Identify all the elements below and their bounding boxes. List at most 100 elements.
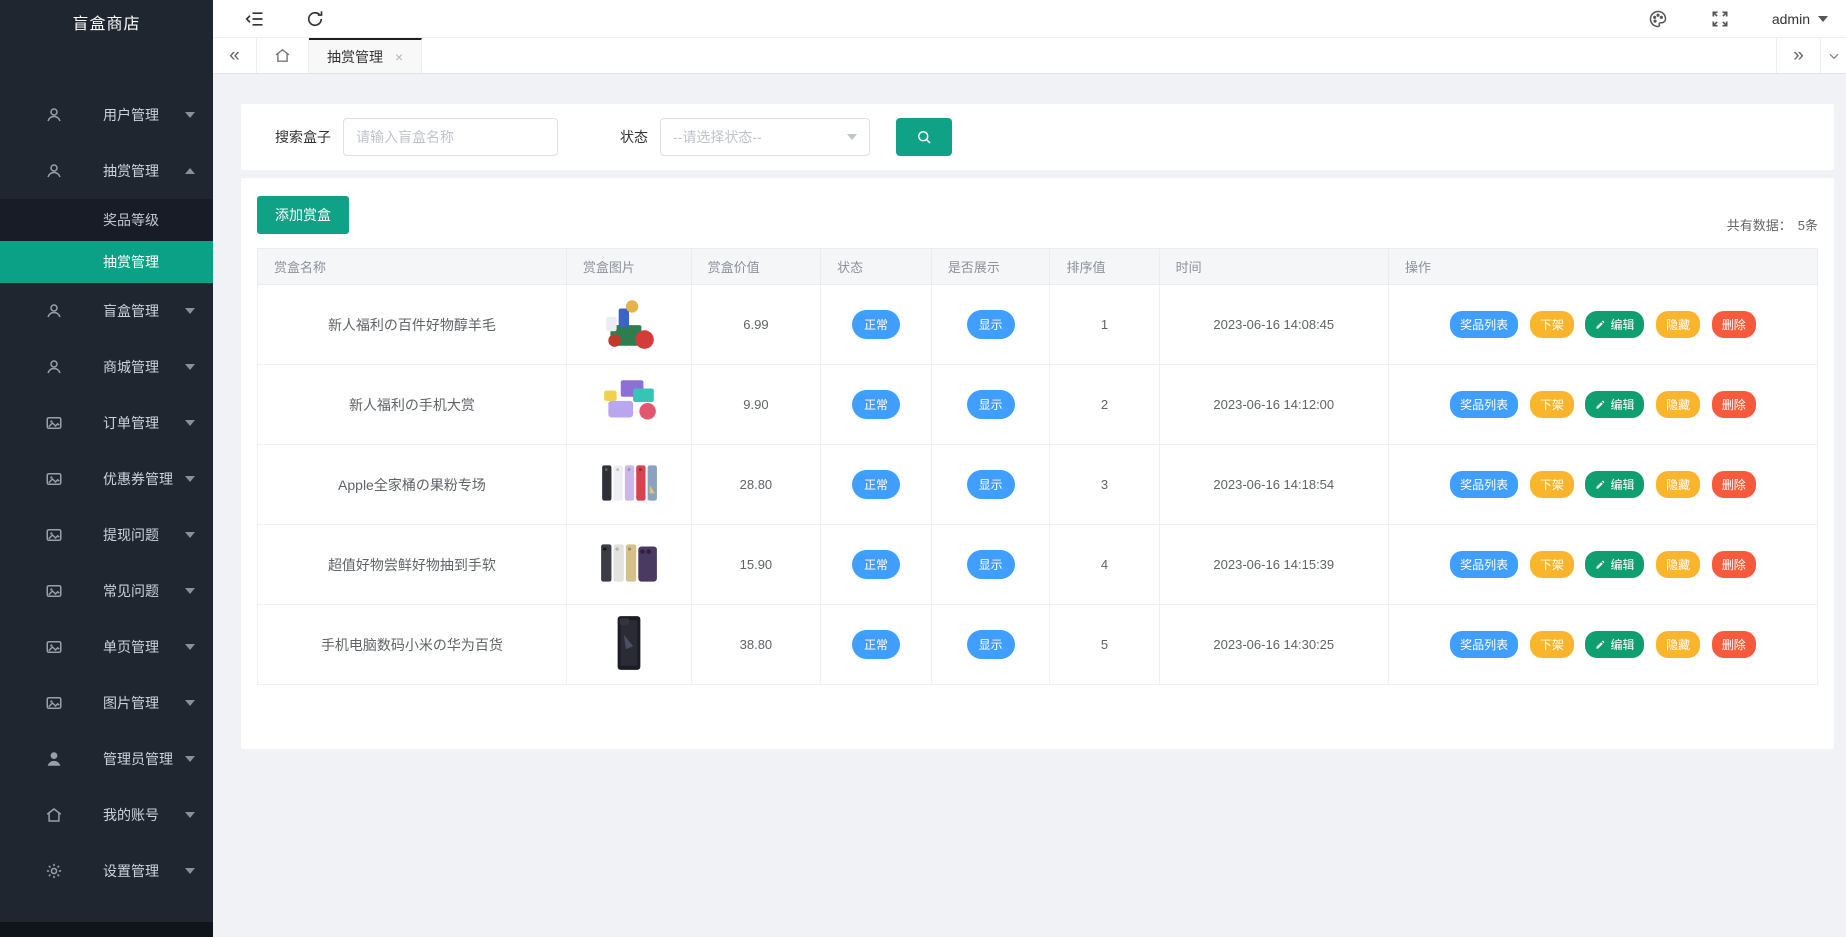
tabs-scroll-right-button[interactable]: » xyxy=(1776,38,1820,73)
chevron-down-icon xyxy=(1818,15,1828,22)
take-down-button[interactable]: 下架 xyxy=(1529,551,1574,578)
created-time: 2023-06-16 14:15:39 xyxy=(1158,524,1389,605)
hide-button[interactable]: 隐藏 xyxy=(1656,551,1701,578)
col-name: 赏盒名称 xyxy=(257,248,567,285)
close-icon[interactable]: × xyxy=(395,49,403,65)
show-badge[interactable]: 显示 xyxy=(966,630,1015,659)
sidebar-item-settings[interactable]: 设置管理 xyxy=(0,843,213,899)
image-icon xyxy=(46,473,62,485)
tabs-menu-button[interactable] xyxy=(1820,38,1846,73)
image-icon xyxy=(46,641,62,653)
sidebar-menu: 用户管理 抽赏管理 奖品等级 抽赏管理 盲盒管理 商城管理 订单管理 优惠券管理… xyxy=(0,44,213,922)
prize-list-button[interactable]: 奖品列表 xyxy=(1450,551,1519,578)
add-box-button[interactable]: 添加赏盒 xyxy=(257,196,349,234)
sidebar-item-images[interactable]: 图片管理 xyxy=(0,675,213,731)
sidebar-item-withdrawal[interactable]: 提现问题 xyxy=(0,507,213,563)
hide-button[interactable]: 隐藏 xyxy=(1656,471,1701,498)
sidebar-item-coupons[interactable]: 优惠券管理 xyxy=(0,451,213,507)
created-time: 2023-06-16 14:18:54 xyxy=(1158,444,1389,525)
col-sort: 排序值 xyxy=(1049,248,1160,285)
home-icon xyxy=(46,808,62,822)
delete-button[interactable]: 删除 xyxy=(1711,391,1756,418)
col-show: 是否展示 xyxy=(930,248,1051,285)
prize-list-button[interactable]: 奖品列表 xyxy=(1450,471,1519,498)
table-row: 新人福利の手机大赏 9.90 正常 显示 2 2023-06-16 14:12:… xyxy=(257,364,1819,445)
sort-value: 2 xyxy=(1049,364,1160,445)
hide-button[interactable]: 隐藏 xyxy=(1656,631,1701,658)
status-badge[interactable]: 正常 xyxy=(852,470,901,499)
take-down-button[interactable]: 下架 xyxy=(1529,471,1574,498)
show-badge[interactable]: 显示 xyxy=(966,390,1015,419)
fullscreen-icon[interactable] xyxy=(1710,9,1730,29)
table-row: 新人福利の百件好物醇羊毛 6.99 正常 显示 1 2023-06-16 14:… xyxy=(257,284,1819,365)
sidebar-item-mall[interactable]: 商城管理 xyxy=(0,339,213,395)
tab-bar: « 抽赏管理 × » xyxy=(213,38,1846,74)
box-name: 新人福利の手机大赏 xyxy=(257,364,567,445)
box-price: 9.90 xyxy=(690,364,822,445)
sidebar-item-pages[interactable]: 单页管理 xyxy=(0,619,213,675)
search-label: 搜索盒子 xyxy=(275,129,331,145)
edit-button[interactable]: 编辑 xyxy=(1585,391,1645,418)
created-time: 2023-06-16 14:30:25 xyxy=(1158,604,1389,685)
col-price: 赏盒价值 xyxy=(690,248,822,285)
search-input[interactable] xyxy=(343,118,558,156)
sort-value: 4 xyxy=(1049,524,1160,605)
show-badge[interactable]: 显示 xyxy=(966,550,1015,579)
sidebar-item-orders[interactable]: 订单管理 xyxy=(0,395,213,451)
sidebar-item-my-account[interactable]: 我的账号 xyxy=(0,787,213,843)
theme-palette-icon[interactable] xyxy=(1648,9,1668,29)
edit-button[interactable]: 编辑 xyxy=(1585,551,1645,578)
sidebar-subitem-lottery-manage[interactable]: 抽赏管理 xyxy=(0,241,213,283)
app-root: 盲盒商店 用户管理 抽赏管理 奖品等级 抽赏管理 盲盒管理 商城管理 订单管理 … xyxy=(0,0,1846,937)
lottery-submenu: 奖品等级 抽赏管理 xyxy=(0,199,213,283)
tabs-scroll-left-button[interactable]: « xyxy=(213,38,257,73)
sidebar-subitem-prize-level[interactable]: 奖品等级 xyxy=(0,199,213,241)
sidebar-item-blindbox[interactable]: 盲盒管理 xyxy=(0,283,213,339)
delete-button[interactable]: 删除 xyxy=(1711,471,1756,498)
sidebar-item-lottery[interactable]: 抽赏管理 xyxy=(0,143,213,199)
pencil-icon xyxy=(1596,400,1605,409)
sidebar-item-users[interactable]: 用户管理 xyxy=(0,87,213,143)
chevron-down-icon xyxy=(185,112,195,118)
box-price: 28.80 xyxy=(690,444,822,525)
image-icon xyxy=(46,697,62,709)
tab-lottery-manage[interactable]: 抽赏管理 × xyxy=(309,38,423,73)
delete-button[interactable]: 删除 xyxy=(1711,551,1756,578)
take-down-button[interactable]: 下架 xyxy=(1529,631,1574,658)
prize-list-button[interactable]: 奖品列表 xyxy=(1450,311,1519,338)
collapse-sidebar-icon[interactable] xyxy=(245,9,265,29)
prize-list-button[interactable]: 奖品列表 xyxy=(1450,631,1519,658)
user-icon xyxy=(47,304,61,318)
status-badge[interactable]: 正常 xyxy=(852,310,901,339)
show-badge[interactable]: 显示 xyxy=(966,310,1015,339)
sidebar-item-admins[interactable]: 管理员管理 xyxy=(0,731,213,787)
status-badge[interactable]: 正常 xyxy=(852,550,901,579)
delete-button[interactable]: 删除 xyxy=(1711,311,1756,338)
edit-button[interactable]: 编辑 xyxy=(1585,471,1645,498)
search-button[interactable] xyxy=(896,118,952,156)
hide-button[interactable]: 隐藏 xyxy=(1656,391,1701,418)
user-icon xyxy=(47,164,61,178)
content-area: 搜索盒子 状态 --请选择状态-- 添加赏盒 共有数据：5条 xyxy=(213,74,1846,937)
prize-list-button[interactable]: 奖品列表 xyxy=(1450,391,1519,418)
take-down-button[interactable]: 下架 xyxy=(1529,311,1574,338)
refresh-icon[interactable] xyxy=(305,9,325,29)
product-image xyxy=(617,616,641,670)
take-down-button[interactable]: 下架 xyxy=(1529,391,1574,418)
status-badge[interactable]: 正常 xyxy=(852,390,901,419)
status-badge[interactable]: 正常 xyxy=(852,630,901,659)
hide-button[interactable]: 隐藏 xyxy=(1656,311,1701,338)
admin-user-menu[interactable]: admin xyxy=(1772,11,1828,27)
box-price: 15.90 xyxy=(690,524,822,605)
edit-button[interactable]: 编辑 xyxy=(1585,631,1645,658)
table-row: 超值好物尝鲜好物抽到手软 15.90 正常 显示 4 2023-06-16 14… xyxy=(257,524,1819,605)
show-badge[interactable]: 显示 xyxy=(966,470,1015,499)
sidebar-item-faq[interactable]: 常见问题 xyxy=(0,563,213,619)
delete-button[interactable]: 删除 xyxy=(1711,631,1756,658)
chevron-down-icon xyxy=(185,644,195,650)
status-select[interactable]: --请选择状态-- xyxy=(660,118,870,156)
edit-button[interactable]: 编辑 xyxy=(1585,311,1645,338)
home-tab-button[interactable] xyxy=(257,38,309,73)
table-header-row: 赏盒名称 赏盒图片 赏盒价值 状态 是否展示 排序值 时间 操作 xyxy=(257,248,1819,285)
col-actions: 操作 xyxy=(1387,248,1819,285)
